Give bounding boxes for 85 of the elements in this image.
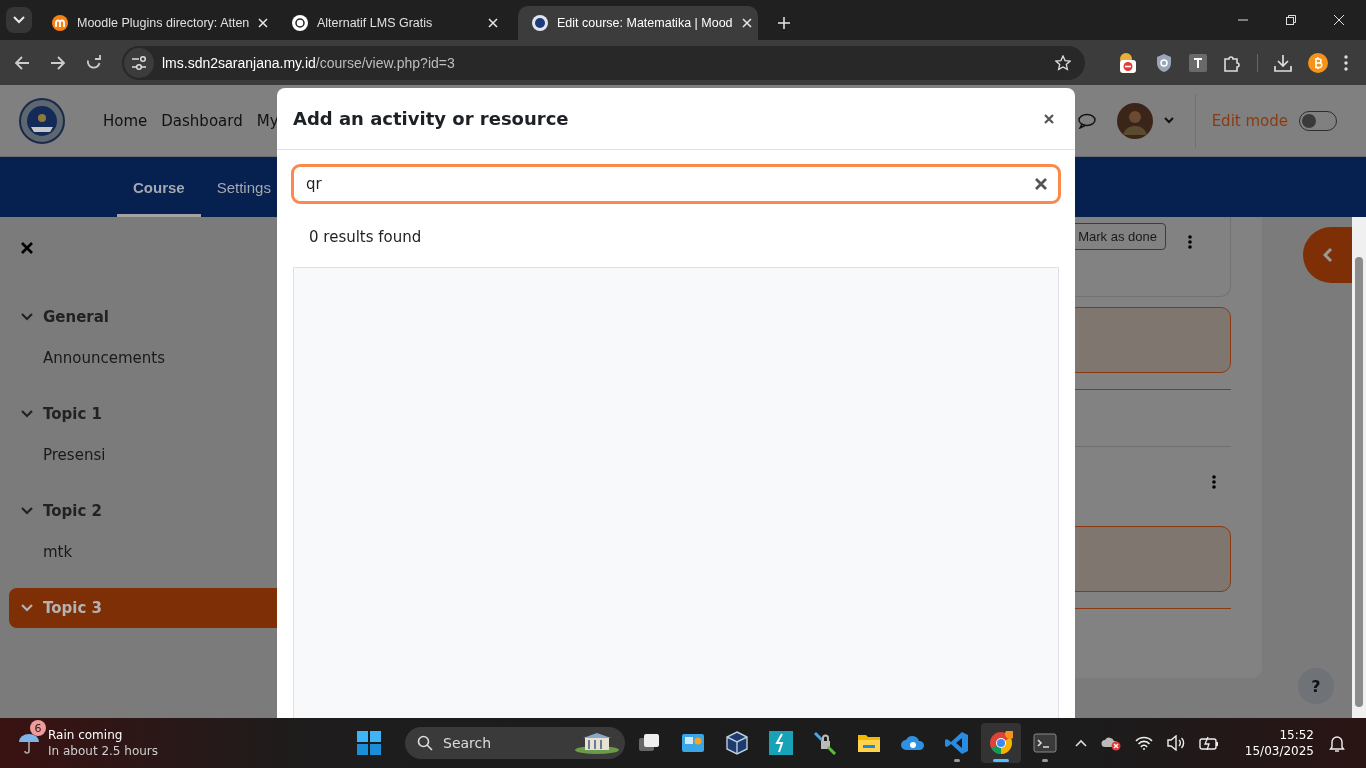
extensions-icon[interactable] — [1223, 53, 1241, 72]
cube-icon — [725, 731, 749, 755]
search-placeholder: Search — [443, 735, 493, 751]
start-icon[interactable] — [357, 731, 381, 755]
results-count: 0 results found — [309, 228, 423, 246]
tab-title: Moodle Plugins directory: Atten — [77, 16, 250, 30]
course-tab[interactable]: Course — [117, 157, 201, 217]
notification-bell-icon[interactable] — [1328, 734, 1346, 752]
chevron-icon — [21, 313, 33, 321]
chevron-icon — [21, 507, 33, 515]
back-icon[interactable] — [14, 54, 30, 71]
taskbar-search-bar[interactable]: Search — [405, 727, 625, 759]
section-link[interactable]: General — [9, 297, 285, 337]
terminal-icon — [1033, 731, 1057, 755]
menu-icon[interactable] — [1344, 54, 1348, 71]
section-link[interactable]: Topic 1 — [9, 394, 285, 434]
ad-block-icon[interactable] — [1117, 51, 1139, 74]
activity-link[interactable]: mtk — [9, 531, 277, 570]
forward-icon[interactable] — [50, 54, 66, 71]
knot-favicon-icon — [292, 15, 308, 31]
bitcoin-icon[interactable] — [1308, 52, 1328, 73]
translate-icon[interactable] — [1189, 53, 1207, 72]
wifi-icon[interactable] — [1134, 736, 1153, 750]
kebab-menu-icon[interactable] — [1188, 235, 1192, 249]
section-title: General — [43, 308, 109, 326]
volume-icon[interactable] — [1166, 735, 1185, 751]
section-title: Topic 2 — [43, 502, 102, 520]
weather-title: Rain coming — [48, 727, 124, 743]
restore-icon[interactable] — [1286, 15, 1296, 25]
cloud-error-icon[interactable] — [1100, 735, 1121, 751]
section-title: Topic 1 — [43, 405, 102, 423]
tab-title: Edit course: Matematika | Mood — [557, 16, 733, 30]
url-text: lms.sdn2saranjana.my.id/course/view.php?id=3 — [162, 54, 456, 71]
browser-tab[interactable]: Alternatif LMS Gratis — [278, 6, 510, 40]
section-link[interactable]: Topic 2 — [9, 491, 285, 531]
nav-link[interactable]: My — [256, 111, 279, 130]
download-icon[interactable] — [1274, 53, 1292, 72]
activity-link[interactable]: Presensi — [9, 434, 277, 473]
building-icon — [575, 732, 619, 754]
lock-arrows-icon — [813, 731, 837, 755]
shield-icon[interactable] — [1155, 52, 1173, 73]
bookmark-star-icon[interactable] — [1055, 54, 1071, 71]
site-info-icon[interactable] — [124, 47, 154, 78]
activity-link[interactable]: Announcements — [9, 337, 277, 376]
address-bar[interactable]: lms.sdn2saranjana.my.id/course/view.php?id=3 — [122, 45, 1085, 80]
chevron-icon — [21, 410, 33, 418]
moodle-favicon-icon — [52, 15, 68, 31]
avatar-icon[interactable] — [1116, 102, 1153, 139]
section-title: Topic 3 — [43, 599, 102, 617]
new-tab-icon[interactable] — [778, 17, 790, 29]
chat-icon[interactable] — [1077, 112, 1096, 129]
taskbar-app-button[interactable] — [981, 723, 1021, 763]
activity-search-field[interactable]: qr — [291, 164, 1061, 204]
lightning-icon — [769, 731, 793, 755]
kebab-menu-icon[interactable] — [1212, 475, 1216, 489]
chevron-up-icon[interactable] — [1074, 739, 1087, 747]
browser-tab[interactable]: Edit course: Matematika | Mood — [518, 6, 758, 40]
notification-badge: 6 — [30, 720, 46, 736]
weather-subtitle: In about 2.5 hours — [48, 743, 159, 759]
clock[interactable]: 15:52 15/03/2025 — [1244, 727, 1314, 759]
school-favicon-icon — [532, 15, 548, 31]
caret-icon — [13, 16, 25, 24]
chevron-left-icon — [1322, 248, 1333, 262]
search-icon — [417, 735, 433, 751]
chevron-icon — [21, 604, 33, 612]
reload-icon[interactable] — [86, 54, 102, 71]
code-editor-icon — [945, 731, 969, 755]
tab-title: Alternatif LMS Gratis — [317, 16, 434, 30]
umbrella-icon[interactable] — [18, 732, 40, 754]
school-logo-icon[interactable] — [19, 97, 65, 144]
edit-mode-label: Edit mode — [1211, 111, 1288, 130]
drawer-toggle-button[interactable] — [1303, 227, 1352, 283]
nav-link[interactable]: Dashboard — [161, 111, 243, 130]
clear-icon[interactable] — [1035, 178, 1047, 190]
close-icon[interactable] — [1044, 113, 1054, 124]
tab-search-button[interactable] — [6, 7, 32, 33]
browser-tab[interactable]: Moodle Plugins directory: Atten — [38, 6, 270, 40]
widgets-icon — [681, 731, 705, 755]
chrome-icon — [989, 731, 1013, 755]
caret-icon[interactable] — [1163, 117, 1174, 124]
help-button[interactable]: ? — [1298, 668, 1334, 704]
modal-title: Add an activity or resource — [293, 108, 569, 129]
nav-link[interactable]: Home — [103, 111, 148, 130]
battery-icon[interactable] — [1198, 736, 1219, 750]
scrollbar[interactable] — [1352, 217, 1366, 718]
